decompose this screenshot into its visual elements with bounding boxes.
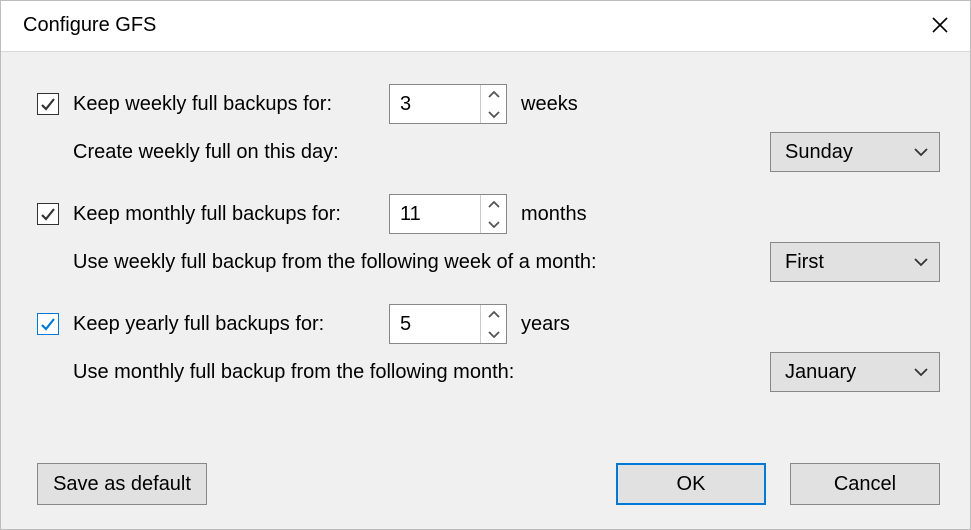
yearly-label: Keep yearly full backups for: (73, 313, 383, 336)
yearly-unit: years (521, 313, 570, 336)
ok-button[interactable]: OK (616, 463, 766, 505)
close-button[interactable] (926, 11, 954, 39)
weekly-label: Keep weekly full backups for: (73, 93, 383, 116)
weekly-group: Keep weekly full backups for: weeks Crea… (37, 80, 940, 180)
weekly-checkbox[interactable] (37, 93, 59, 115)
monthly-spinner-down[interactable] (481, 214, 506, 233)
monthly-value-input[interactable] (390, 195, 480, 233)
titlebar: Configure GFS (1, 1, 970, 52)
yearly-spinner-up[interactable] (481, 305, 506, 324)
monthly-subrow: Use weekly full backup from the followin… (37, 238, 940, 286)
weekly-value-input[interactable] (390, 85, 480, 123)
weekly-row: Keep weekly full backups for: weeks (37, 80, 940, 128)
monthly-week-dropdown[interactable]: First (770, 242, 940, 282)
chevron-down-icon (488, 220, 500, 228)
weekly-spinner-down[interactable] (481, 104, 506, 123)
yearly-row: Keep yearly full backups for: years (37, 300, 940, 348)
chevron-down-icon (488, 110, 500, 118)
check-icon (40, 96, 56, 112)
yearly-spinner-buttons (480, 305, 506, 343)
monthly-spinner (389, 194, 507, 234)
weekly-spinner (389, 84, 507, 124)
yearly-value-input[interactable] (390, 305, 480, 343)
cancel-button[interactable]: Cancel (790, 463, 940, 505)
yearly-spinner (389, 304, 507, 344)
yearly-spinner-down[interactable] (481, 324, 506, 343)
weekly-spinner-up[interactable] (481, 85, 506, 104)
chevron-down-icon (913, 257, 929, 267)
monthly-unit: months (521, 203, 587, 226)
dialog-title: Configure GFS (23, 14, 156, 37)
weekly-sublabel: Create weekly full on this day: (73, 141, 339, 164)
weekly-spinner-buttons (480, 85, 506, 123)
chevron-up-icon (488, 311, 500, 319)
chevron-up-icon (488, 91, 500, 99)
check-icon (40, 316, 56, 332)
monthly-label: Keep monthly full backups for: (73, 203, 383, 226)
chevron-up-icon (488, 201, 500, 209)
monthly-checkbox[interactable] (37, 203, 59, 225)
close-icon (931, 16, 949, 34)
yearly-group: Keep yearly full backups for: years Use … (37, 300, 940, 400)
yearly-subrow: Use monthly full backup from the followi… (37, 348, 940, 396)
yearly-month-dropdown[interactable]: January (770, 352, 940, 392)
monthly-spinner-buttons (480, 195, 506, 233)
save-as-default-button[interactable]: Save as default (37, 463, 207, 505)
yearly-checkbox[interactable] (37, 313, 59, 335)
weekly-day-value: Sunday (785, 141, 853, 164)
weekly-day-dropdown[interactable]: Sunday (770, 132, 940, 172)
monthly-sublabel: Use weekly full backup from the followin… (73, 251, 597, 274)
monthly-spinner-up[interactable] (481, 195, 506, 214)
yearly-sublabel: Use monthly full backup from the followi… (73, 361, 514, 384)
chevron-down-icon (913, 367, 929, 377)
chevron-down-icon (488, 330, 500, 338)
weekly-subrow: Create weekly full on this day: Sunday (37, 128, 940, 176)
weekly-unit: weeks (521, 93, 578, 116)
chevron-down-icon (913, 147, 929, 157)
yearly-month-value: January (785, 361, 856, 384)
monthly-group: Keep monthly full backups for: months Us… (37, 190, 940, 290)
dialog-content: Keep weekly full backups for: weeks Crea… (1, 52, 970, 529)
configure-gfs-dialog: Configure GFS Keep weekly full backups f… (0, 0, 971, 530)
button-row: Save as default OK Cancel (37, 445, 940, 505)
monthly-row: Keep monthly full backups for: months (37, 190, 940, 238)
monthly-week-value: First (785, 251, 824, 274)
check-icon (40, 206, 56, 222)
